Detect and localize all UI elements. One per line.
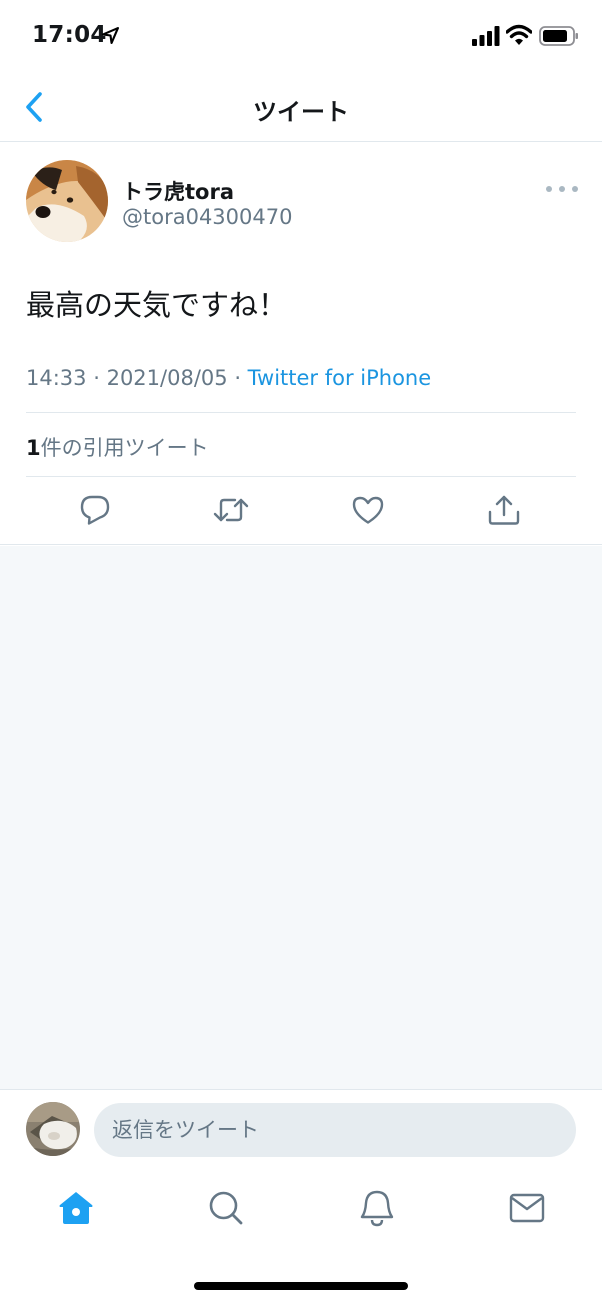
more-dot (559, 186, 565, 192)
meta-separator: · (234, 366, 248, 390)
more-options-button[interactable] (546, 182, 578, 196)
tweet-time: 14:33 (26, 366, 87, 390)
tab-home[interactable] (56, 1188, 96, 1228)
home-indicator[interactable] (194, 1282, 408, 1290)
retweet-icon (213, 498, 249, 522)
like-button[interactable] (350, 492, 386, 528)
page-title: ツイート (253, 98, 349, 126)
share-button[interactable] (486, 492, 522, 528)
author-avatar[interactable] (26, 160, 108, 242)
cellular-signal-icon (472, 26, 500, 46)
more-dots-icon (546, 186, 552, 192)
replies-area (0, 546, 602, 1090)
tweet-date: 2021/08/05 (106, 366, 228, 390)
location-arrow-icon (102, 27, 119, 44)
divider (26, 412, 576, 413)
navigation-header: ツイート (0, 72, 602, 142)
reply-input[interactable] (94, 1103, 576, 1157)
mail-icon (509, 1193, 545, 1223)
dog-photo (26, 160, 108, 242)
tab-notifications[interactable] (357, 1188, 397, 1228)
tweet-text: 最高の天気ですね！ (26, 288, 288, 322)
current-user-avatar[interactable] (26, 1102, 80, 1156)
bell-icon (360, 1190, 394, 1227)
reply-bubble-icon (80, 495, 110, 525)
quote-count: 1 (26, 436, 41, 460)
status-time: 17:04 (32, 22, 107, 48)
tweet-meta: 14:33 · 2021/08/05 · Twitter for iPhone (26, 366, 431, 390)
status-bar: 17:04 (0, 0, 602, 72)
author-handle[interactable]: @tora04300470 (122, 205, 292, 229)
reply-button[interactable] (77, 492, 113, 528)
author-display-name[interactable]: トラ虎tora (122, 176, 234, 206)
tab-search[interactable] (206, 1188, 246, 1228)
home-icon (59, 1192, 93, 1224)
more-dot (572, 186, 578, 192)
tweet-detail: トラ虎tora @tora04300470 最高の天気ですね！ 14:33 · … (0, 142, 602, 545)
divider (26, 476, 576, 477)
meta-separator: · (93, 366, 107, 390)
share-icon (488, 495, 520, 525)
tab-messages[interactable] (507, 1188, 547, 1228)
battery-icon (539, 26, 578, 46)
search-icon (209, 1191, 243, 1225)
quote-tweets-link[interactable]: 1件の引用ツイート (26, 432, 209, 462)
tweet-source-link[interactable]: Twitter for iPhone (248, 366, 432, 390)
wifi-icon (506, 24, 532, 45)
cat-photo (26, 1102, 80, 1156)
quote-count-label: 件の引用ツイート (40, 436, 209, 460)
retweet-button[interactable] (213, 492, 249, 528)
heart-icon (352, 496, 384, 524)
